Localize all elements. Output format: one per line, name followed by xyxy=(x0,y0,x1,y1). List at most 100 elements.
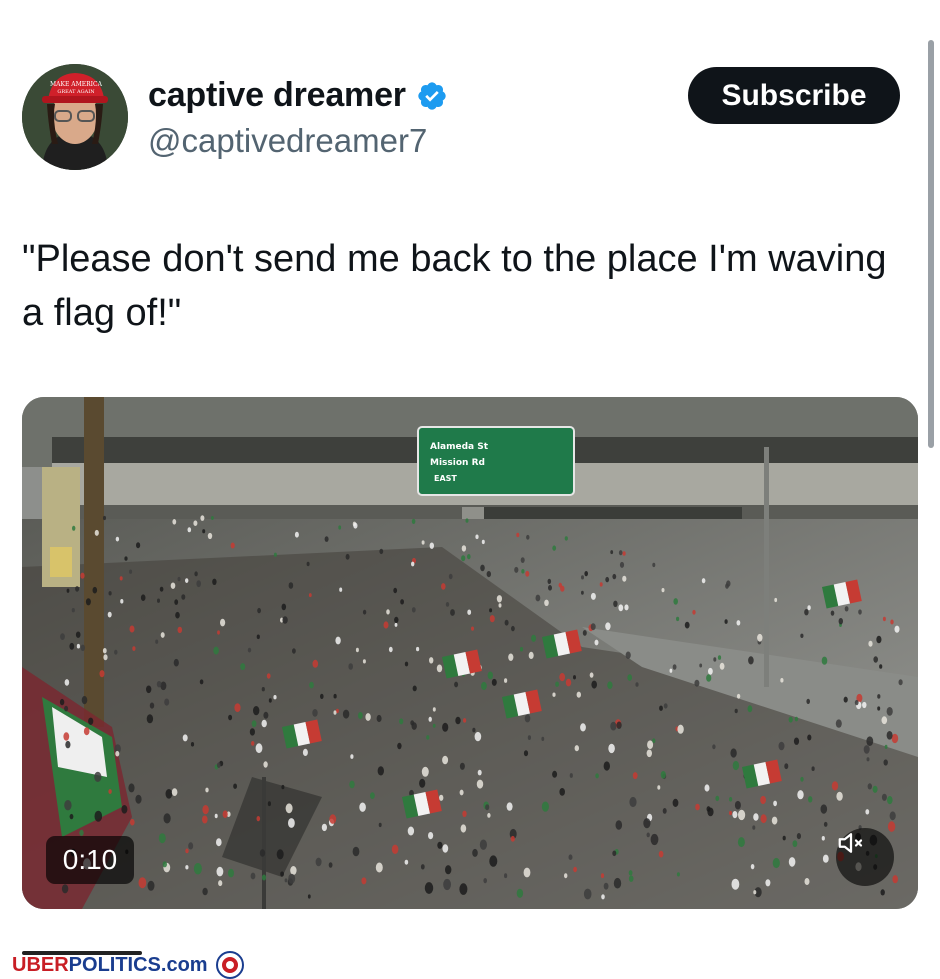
post-header: MAKE AMERICA GREAT AGAIN captive dreamer… xyxy=(22,64,902,174)
crowd-figure xyxy=(508,653,514,661)
scrollbar[interactable] xyxy=(928,40,934,448)
crowd-figure xyxy=(599,582,603,587)
crowd-figure xyxy=(481,539,485,545)
crowd-figure xyxy=(416,646,420,652)
crowd-figure xyxy=(256,816,261,822)
crowd-figure xyxy=(64,679,70,686)
crowd-figure xyxy=(165,789,173,799)
crowd-figure xyxy=(115,750,120,757)
crowd-figure xyxy=(436,664,443,673)
crowd-figure xyxy=(568,854,573,860)
crowd-figure xyxy=(467,554,471,560)
crowd-figure xyxy=(574,745,579,752)
crowd-figure xyxy=(375,862,383,873)
crowd-figure xyxy=(207,532,213,540)
crowd-figure xyxy=(717,655,722,660)
crowd-figure xyxy=(268,698,272,703)
crowd-figure xyxy=(103,515,106,521)
crowd-figure xyxy=(858,609,862,615)
crowd-figure xyxy=(359,802,366,812)
crowd-figure xyxy=(462,810,467,817)
crowd-figure xyxy=(115,536,120,542)
crowd-figure xyxy=(92,586,98,594)
crowd-figure xyxy=(202,815,208,824)
crowd-figure xyxy=(261,719,267,728)
crowd-figure xyxy=(181,594,186,600)
crowd-figure xyxy=(884,744,888,749)
crowd-figure xyxy=(647,740,654,749)
crowd-figure xyxy=(732,760,740,771)
subscribe-button[interactable]: Subscribe xyxy=(688,67,900,124)
crowd-figure xyxy=(877,706,881,711)
crowd-figure xyxy=(657,785,661,790)
crowd-figure xyxy=(669,668,673,673)
crowd-figure xyxy=(694,679,700,687)
crowd-figure xyxy=(476,779,484,789)
crowd-figure xyxy=(199,679,204,685)
crowd-figure xyxy=(352,846,360,857)
crowd-figure xyxy=(459,883,468,895)
crowd-figure xyxy=(411,607,416,613)
crowd-figure xyxy=(472,848,478,857)
crowd-figure xyxy=(584,571,588,577)
crowd-figure xyxy=(129,569,133,574)
crowd-figure xyxy=(504,678,508,683)
sign-line-2: Mission Rd xyxy=(430,458,485,468)
crowd-figure xyxy=(794,716,799,722)
crowd-figure xyxy=(216,762,221,768)
crowd-figure xyxy=(234,703,241,712)
crowd-figure xyxy=(190,742,195,747)
crowd-figure xyxy=(261,687,265,692)
crowd-figure xyxy=(324,536,329,542)
crowd-figure xyxy=(719,662,725,670)
crowd-figure xyxy=(71,608,75,613)
crowd-figure xyxy=(788,857,796,867)
crowd-figure xyxy=(164,698,170,706)
crowd-figure xyxy=(605,622,611,631)
crowd-figure xyxy=(214,813,218,819)
crowd-figure xyxy=(339,587,343,592)
avatar[interactable]: MAKE AMERICA GREAT AGAIN xyxy=(22,64,128,170)
crowd-figure xyxy=(379,548,384,555)
crowd-figure xyxy=(504,619,509,626)
video-frame: Alameda St Mission Rd EAST xyxy=(22,397,918,909)
crowd-figure xyxy=(429,542,434,549)
crowd-figure xyxy=(628,870,633,876)
crowd-figure xyxy=(135,794,142,804)
crowd-figure xyxy=(205,787,209,793)
mute-button[interactable] xyxy=(836,828,894,886)
crowd-figure xyxy=(136,542,141,549)
crowd-figure xyxy=(149,702,155,709)
crowd-figure xyxy=(196,580,201,588)
crowd-figure xyxy=(64,705,69,712)
crowd-figure xyxy=(280,871,284,877)
crowd-figure xyxy=(251,720,257,728)
crowd-figure xyxy=(171,788,178,796)
crowd-figure xyxy=(377,766,384,776)
crowd-figure xyxy=(429,657,434,664)
crowd-figure xyxy=(489,615,495,623)
crowd-figure xyxy=(216,866,224,877)
crowd-figure xyxy=(103,654,108,661)
crowd-figure xyxy=(613,877,622,889)
crowd-figure xyxy=(582,630,587,636)
crowd-figure xyxy=(736,693,741,699)
crowd-figure xyxy=(643,818,651,829)
crowd-figure xyxy=(660,771,666,779)
video-player[interactable]: Alameda St Mission Rd EAST 0:10 xyxy=(22,397,918,909)
crowd-figure xyxy=(773,800,777,807)
crowd-figure xyxy=(284,878,288,883)
crowd-figure xyxy=(459,762,465,770)
video-timestamp: 0:10 xyxy=(46,836,134,884)
crowd-figure xyxy=(672,664,677,670)
crowd-figure xyxy=(211,516,214,520)
lion-logo-icon xyxy=(215,951,244,979)
crowd-figure xyxy=(75,586,80,592)
crowd-figure xyxy=(394,622,398,627)
crowd-figure xyxy=(868,640,873,647)
display-name[interactable]: captive dreamer xyxy=(148,76,406,115)
crowd-figure xyxy=(695,803,700,811)
user-handle[interactable]: @captivedreamer7 xyxy=(148,122,427,160)
crowd-figure xyxy=(202,805,209,815)
crowd-figure xyxy=(94,771,102,782)
